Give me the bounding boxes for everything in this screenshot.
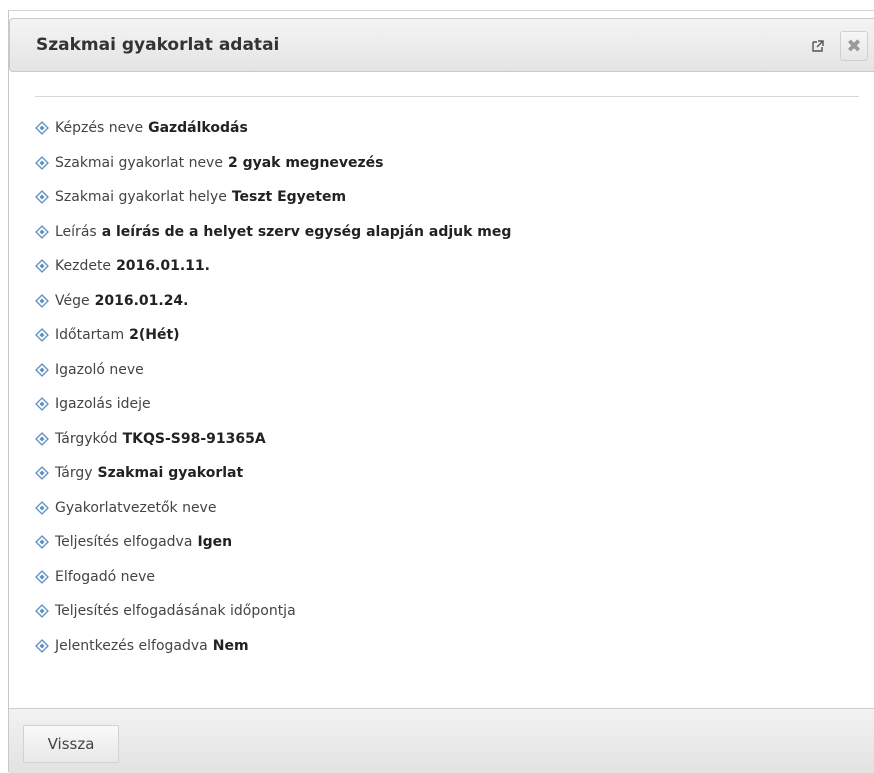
diamond-bullet-icon (35, 569, 49, 584)
field-label: Elfogadó neve (55, 568, 155, 585)
field-value: Teszt Egyetem (231, 189, 347, 206)
diamond-bullet-icon (35, 190, 49, 205)
field-label: Tárgy (55, 465, 93, 482)
field-value: a leírás de a helyet szerv egység alapjá… (101, 223, 512, 240)
field-row: Leírás a leírás de a helyet szerv egység … (35, 215, 511, 250)
field-row: Vége 2016.01.24. (35, 284, 511, 319)
field-value: Szakmai gyakorlat (97, 465, 244, 482)
field-row: Szakmai gyakorlat neve 2 gyak megnevezés (35, 146, 511, 181)
diamond-bullet-icon (35, 121, 49, 136)
field-label: Jelentkezés elfogadva (55, 637, 208, 654)
practice-details-dialog: Szakmai gyakorlat adatai ✖ Képzés neve Ga… (8, 10, 874, 773)
field-row: Tárgykód TKQS-S98-91365A (35, 422, 511, 457)
field-row: Kezdete 2016.01.11. (35, 249, 511, 284)
diamond-bullet-icon (35, 604, 49, 619)
close-icon: ✖ (846, 35, 862, 57)
field-label: Gyakorlatvezetők neve (55, 499, 217, 516)
diamond-bullet-icon (35, 224, 49, 239)
field-row: Képzés neve Gazdálkodás (35, 111, 511, 146)
field-label: Teljesítés elfogadásának időpontja (55, 603, 296, 620)
field-label: Vége (55, 292, 90, 309)
diamond-bullet-icon (35, 500, 49, 515)
content-divider (35, 96, 859, 97)
field-label: Leírás (55, 223, 97, 240)
field-label: Tárgykód (55, 430, 118, 447)
field-row: Elfogadó neve (35, 560, 511, 595)
field-list: Képzés neve Gazdálkodás Szakmai gyakorlat … (35, 111, 511, 663)
diamond-bullet-icon (35, 362, 49, 377)
popout-icon[interactable] (811, 39, 825, 53)
dialog-title: Szakmai gyakorlat adatai (36, 35, 280, 55)
field-value: 2 gyak megnevezés (227, 154, 384, 171)
field-label: Igazolás ideje (55, 396, 151, 413)
field-row: Jelentkezés elfogadva Nem (35, 629, 511, 664)
field-label: Szakmai gyakorlat neve (55, 154, 223, 171)
field-value: 2(Hét) (129, 327, 180, 344)
field-row: Időtartam 2(Hét) (35, 318, 511, 353)
field-label: Igazoló neve (55, 361, 144, 378)
field-label: Teljesítés elfogadva (55, 534, 193, 551)
field-row: Teljesítés elfogadva Igen (35, 525, 511, 560)
field-row: Szakmai gyakorlat helye Teszt Egyetem (35, 180, 511, 215)
field-row: Igazoló neve (35, 353, 511, 388)
diamond-bullet-icon (35, 328, 49, 343)
field-label: Időtartam (55, 327, 125, 344)
field-value: 2016.01.24. (94, 292, 189, 309)
diamond-bullet-icon (35, 259, 49, 274)
field-value: 2016.01.11. (116, 258, 210, 275)
back-button[interactable]: Vissza (23, 725, 119, 763)
close-button[interactable]: ✖ (840, 31, 868, 61)
dialog-titlebar: Szakmai gyakorlat adatai ✖ (9, 18, 874, 72)
field-row: Igazolás ideje (35, 387, 511, 422)
field-value: TKQS-S98-91365A (122, 430, 266, 447)
field-row: Tárgy Szakmai gyakorlat (35, 456, 511, 491)
diamond-bullet-icon (35, 155, 49, 170)
field-value: Nem (212, 637, 249, 654)
field-label: Szakmai gyakorlat helye (55, 189, 227, 206)
field-value: Igen (197, 534, 233, 551)
field-label: Képzés neve (55, 120, 144, 137)
diamond-bullet-icon (35, 293, 49, 308)
field-value: Gazdálkodás (148, 120, 248, 137)
field-row: Teljesítés elfogadásának időpontja (35, 594, 511, 629)
dialog-footer: Vissza (9, 708, 874, 773)
diamond-bullet-icon (35, 535, 49, 550)
diamond-bullet-icon (35, 431, 49, 446)
diamond-bullet-icon (35, 397, 49, 412)
diamond-bullet-icon (35, 466, 49, 481)
diamond-bullet-icon (35, 638, 49, 653)
field-label: Kezdete (55, 258, 112, 275)
field-row: Gyakorlatvezetők neve (35, 491, 511, 526)
